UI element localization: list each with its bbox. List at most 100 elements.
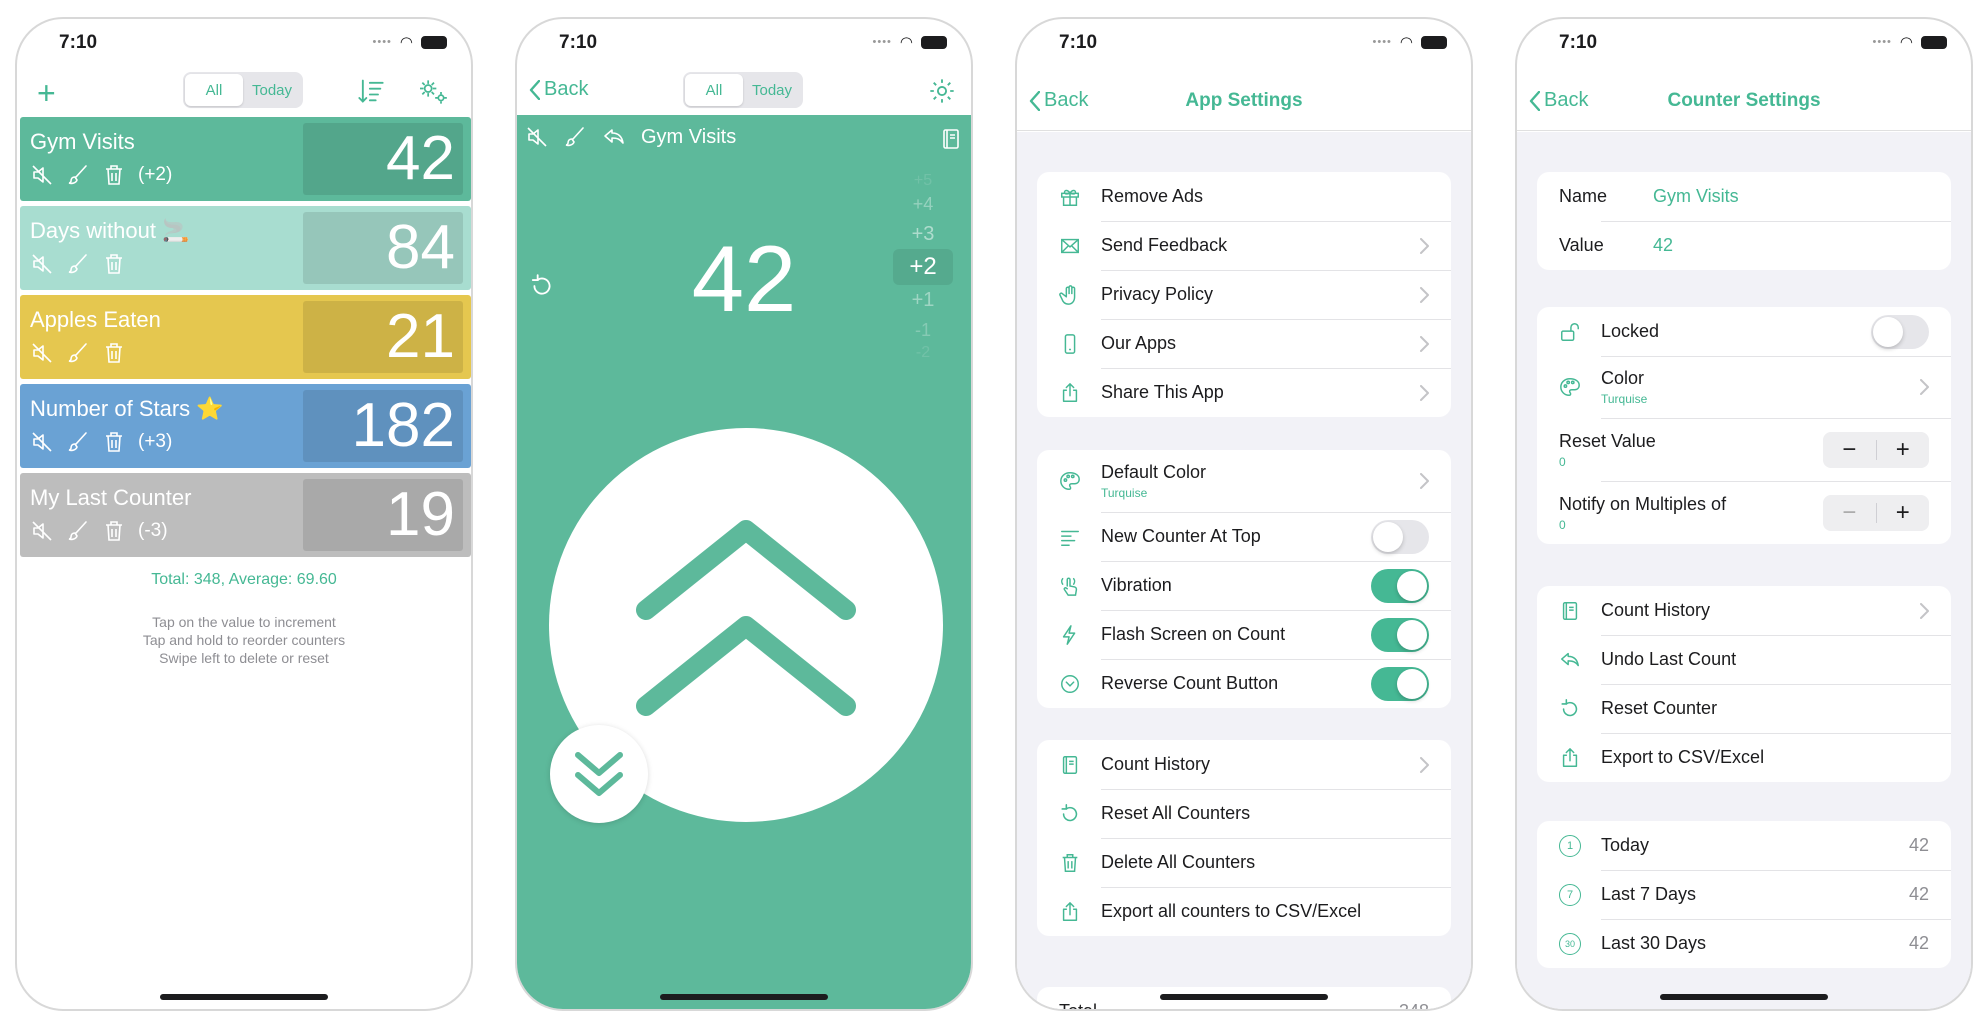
segment-all[interactable]: All [185, 74, 243, 106]
stepper-minus[interactable]: − [1823, 432, 1876, 468]
toggle-reverse-button[interactable] [1371, 666, 1429, 701]
mute-icon[interactable] [525, 125, 549, 149]
row-delete-all[interactable]: Delete All Counters [1037, 838, 1451, 887]
book-icon[interactable] [939, 127, 963, 151]
brush-icon[interactable] [66, 519, 90, 543]
stepper-minus[interactable]: − [1823, 495, 1876, 531]
mute-icon[interactable] [30, 252, 54, 276]
gear-icon[interactable] [928, 77, 956, 105]
row-share-app[interactable]: Share This App [1037, 368, 1451, 417]
row-reset-all[interactable]: Reset All Counters [1037, 789, 1451, 838]
segment-today[interactable]: Today [743, 74, 801, 106]
brush-icon[interactable] [66, 252, 90, 276]
mute-icon[interactable] [30, 163, 54, 187]
trash-icon[interactable] [102, 252, 126, 276]
row-count-history[interactable]: Count History [1037, 740, 1451, 789]
chevron-right-icon [1420, 336, 1429, 352]
mute-icon[interactable] [30, 519, 54, 543]
mute-icon[interactable] [30, 430, 54, 454]
toggle-flash-screen[interactable] [1371, 617, 1429, 652]
counter-tile[interactable]: Number of Stars ⭐ 182 (+3) [20, 384, 471, 468]
step-option[interactable]: -2 [893, 345, 953, 361]
segment-all[interactable]: All [685, 74, 743, 106]
step-option[interactable]: +1 [893, 285, 953, 315]
settings-background: Name Gym Visits Value 42 Locked Color Turqu… [1517, 132, 1971, 1009]
row-send-feedback[interactable]: Send Feedback [1037, 221, 1451, 270]
counter-identity-group: Name Gym Visits Value 42 [1537, 172, 1951, 270]
name-field[interactable]: Gym Visits [1653, 186, 1739, 207]
status-time: 7:10 [1559, 32, 1598, 53]
segment-today[interactable]: Today [243, 74, 301, 106]
row-reset-counter[interactable]: Reset Counter [1537, 684, 1951, 733]
screen-counter-detail: 7:10 •••• ◠ Back All Today Gym Visits 42 … [515, 17, 973, 1011]
sort-icon[interactable] [357, 77, 385, 105]
step-option-selected[interactable]: +2 [893, 249, 953, 285]
chevron-right-icon [1420, 473, 1429, 489]
step-option[interactable]: +4 [893, 189, 953, 219]
row-export[interactable]: Export to CSV/Excel [1537, 733, 1951, 782]
row-color[interactable]: Color Turquise [1537, 356, 1951, 418]
panel-toolbar: Gym Visits [525, 125, 736, 149]
add-counter-button[interactable]: + [37, 77, 56, 109]
step-option[interactable]: +3 [893, 219, 953, 249]
settings-icon[interactable] [417, 78, 451, 106]
toggle-new-counter-top[interactable] [1371, 519, 1429, 554]
counter-name: Number of Stars ⭐ [30, 396, 224, 421]
battery-icon [921, 35, 947, 49]
value-field[interactable]: 42 [1653, 235, 1673, 256]
undo-icon[interactable] [601, 125, 627, 149]
step-picker[interactable]: +5 +4 +3 +2 +1 -1 -2 [893, 173, 953, 361]
row-undo-last[interactable]: Undo Last Count [1537, 635, 1951, 684]
counter-value[interactable]: 21 [303, 301, 463, 373]
stat-value: 42 [1908, 884, 1929, 904]
toggle-vibration[interactable] [1371, 568, 1429, 603]
counter-tile[interactable]: Apples Eaten 21 [20, 295, 471, 379]
row-remove-ads[interactable]: Remove Ads [1037, 172, 1451, 221]
row-vibration: Vibration [1037, 561, 1451, 610]
step-option[interactable]: -1 [893, 315, 953, 345]
settings-group-data: Count History Reset All Counters Delete … [1037, 740, 1451, 936]
counter-value[interactable]: 182 [303, 390, 463, 462]
stepper-plus[interactable]: + [1877, 495, 1930, 531]
screen-counter-settings: 7:10 •••• ◠ Back Counter Settings Name Gym… [1515, 17, 1973, 1011]
brush-icon[interactable] [563, 125, 587, 149]
row-count-history[interactable]: Count History [1537, 586, 1951, 635]
row-label: Export to CSV/Excel [1601, 747, 1765, 767]
toggle-locked[interactable] [1871, 314, 1929, 349]
row-privacy-policy[interactable]: Privacy Policy [1037, 270, 1451, 319]
row-label: Export all counters to CSV/Excel [1101, 901, 1362, 921]
mute-icon[interactable] [30, 341, 54, 365]
counter-actions [30, 252, 126, 276]
row-export-all[interactable]: Export all counters to CSV/Excel [1037, 887, 1451, 936]
list-icon [1059, 526, 1081, 548]
trash-icon[interactable] [102, 341, 126, 365]
decrement-button[interactable] [550, 725, 648, 823]
row-our-apps[interactable]: Our Apps [1037, 319, 1451, 368]
counter-value[interactable]: 84 [303, 212, 463, 284]
row-label: Flash Screen on Count [1101, 624, 1286, 644]
brush-icon[interactable] [66, 163, 90, 187]
row-notify: Notify on Multiples of 0 − + [1537, 481, 1951, 544]
counter-tile[interactable]: Gym Visits 42 (+2) [20, 117, 471, 201]
trash-icon[interactable] [102, 519, 126, 543]
trash-icon[interactable] [102, 163, 126, 187]
reset-value-stepper: − + [1823, 431, 1930, 468]
counter-value[interactable]: 42 [303, 123, 463, 195]
counter-actions: (+2) [30, 163, 172, 187]
stepper-plus[interactable]: + [1877, 432, 1930, 468]
row-locked: Locked [1537, 307, 1951, 356]
counter-tile[interactable]: My Last Counter 19 (-3) [20, 473, 471, 557]
row-default-color[interactable]: Default Color Turquise [1037, 450, 1451, 512]
share-icon [1559, 747, 1581, 769]
filter-segmented-control: All Today [183, 72, 303, 108]
status-time: 7:10 [59, 32, 98, 53]
trash-icon[interactable] [102, 430, 126, 454]
counter-tile[interactable]: Days without 🚬 84 [20, 206, 471, 290]
back-button[interactable]: Back [529, 78, 588, 101]
brush-icon[interactable] [66, 341, 90, 365]
brush-icon[interactable] [66, 430, 90, 454]
home-indicator [160, 994, 328, 1000]
counter-value[interactable]: 19 [303, 479, 463, 551]
step-option[interactable]: +5 [893, 173, 953, 189]
change-label: (-3) [138, 520, 168, 541]
